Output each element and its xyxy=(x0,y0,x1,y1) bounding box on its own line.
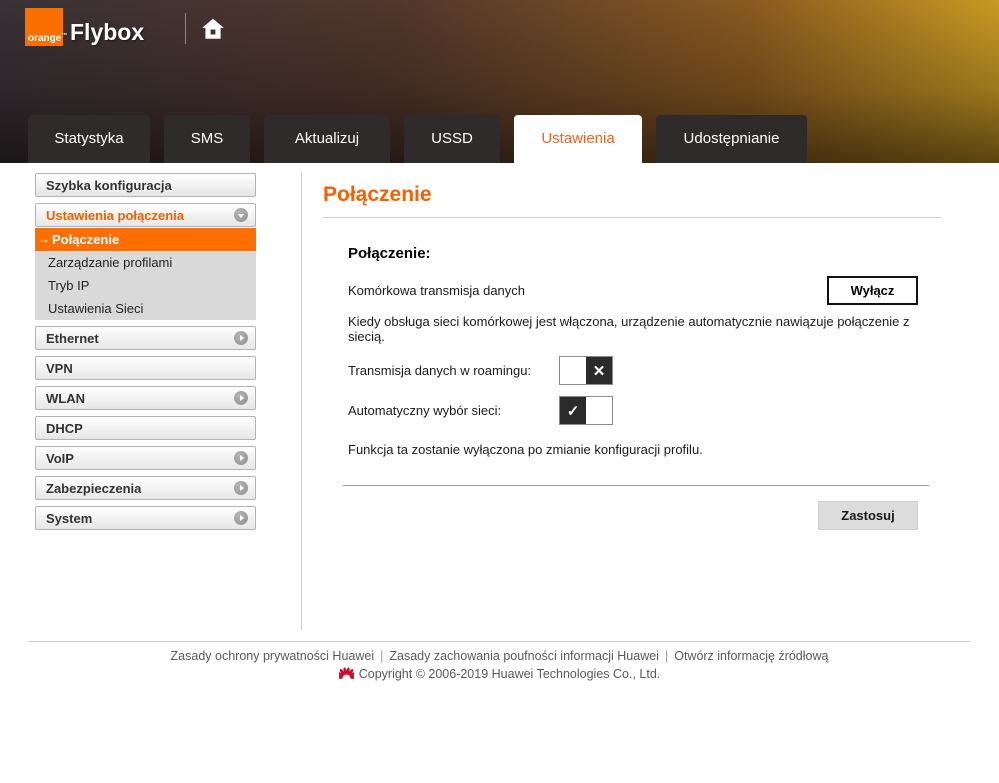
profile-note-text: Funkcja ta zostanie wyłączona po zmianie… xyxy=(348,442,918,457)
trademark-symbol: ™ xyxy=(61,33,67,39)
sidebar-item-wlan[interactable]: WLAN xyxy=(35,386,256,410)
toggle-off-side xyxy=(560,357,586,384)
sidebar-item-label: Ethernet xyxy=(46,331,99,346)
copyright-text: Copyright © 2006-2019 Huawei Technologie… xyxy=(359,667,661,681)
page-title: Połączenie xyxy=(323,175,941,218)
sidebar-item-voip[interactable]: VoIP xyxy=(35,446,256,470)
footer-separator: | xyxy=(380,649,383,663)
sidebar-item-label: Ustawienia połączenia xyxy=(46,208,184,223)
sidebar-item-ethernet[interactable]: Ethernet xyxy=(35,326,256,350)
sidebar-item-szybka-konfiguracja[interactable]: Szybka konfiguracja xyxy=(35,173,256,197)
copyright-row: Copyright © 2006-2019 Huawei Technologie… xyxy=(0,666,999,681)
confidentiality-link[interactable]: Zasady zachowania poufności informacji H… xyxy=(389,649,659,663)
chevron-right-icon xyxy=(234,391,248,405)
tab-bar: Statystyka SMS Aktualizuj USSD Ustawieni… xyxy=(28,115,807,163)
toggle-off-side xyxy=(586,397,612,424)
header: orange™ Flybox Statystyka SMS Aktualizuj… xyxy=(0,0,999,163)
footer-links: Zasady ochrony prywatności Huawei | Zasady… xyxy=(0,649,999,663)
auto-network-row: Automatyczny wybór sieci: ✓ xyxy=(348,396,918,425)
auto-network-label: Automatyczny wybór sieci: xyxy=(348,403,559,418)
apply-row: Zastosuj xyxy=(348,501,918,530)
open-source-info-link[interactable]: Otwórz informację źródłową xyxy=(674,649,828,663)
sidebar-item-ustawienia-polaczenia[interactable]: Ustawienia połączenia xyxy=(35,203,256,227)
home-button[interactable] xyxy=(200,16,226,42)
mobile-data-row: Komórkowa transmisja danych Wyłącz xyxy=(348,276,918,305)
section-title: Połączenie: xyxy=(348,245,918,262)
chevron-right-icon xyxy=(234,511,248,525)
tab-sms[interactable]: SMS xyxy=(164,115,250,163)
main-content: Połączenie Połączenie: Komórkowa transmi… xyxy=(323,175,941,530)
sidebar-subitem-label: Ustawienia Sieci xyxy=(48,297,143,320)
sidebar-item-label: VPN xyxy=(46,361,73,376)
sidebar: Szybka konfiguracja Ustawienia połączeni… xyxy=(35,173,256,536)
connection-section: Połączenie: Komórkowa transmisja danych … xyxy=(323,245,941,530)
chevron-right-icon xyxy=(234,451,248,465)
orange-logo-text: orange™ xyxy=(28,33,67,44)
cross-icon: ✕ xyxy=(586,357,612,384)
sidebar-item-system[interactable]: System xyxy=(35,506,256,530)
sidebar-item-label: WLAN xyxy=(46,391,85,406)
brand-title: Flybox xyxy=(70,19,144,46)
footer-separator: | xyxy=(665,649,668,663)
sidebar-item-label: DHCP xyxy=(46,421,83,436)
roaming-toggle[interactable]: ✕ xyxy=(559,356,613,385)
sidebar-subitem-tryb-ip[interactable]: Tryb IP xyxy=(35,274,256,297)
home-icon xyxy=(200,30,226,45)
sidebar-subitem-label: Tryb IP xyxy=(48,274,89,297)
chevron-right-icon xyxy=(234,331,248,345)
footer-divider xyxy=(28,641,970,642)
mobile-data-label: Komórkowa transmisja danych xyxy=(348,283,525,298)
sidebar-item-dhcp[interactable]: DHCP xyxy=(35,416,256,440)
sidebar-subitem-polaczenie[interactable]: → Połączenie xyxy=(35,228,256,251)
sidebar-item-label: Szybka konfiguracja xyxy=(46,178,172,193)
sidebar-subitem-label: Zarządzanie profilami xyxy=(48,251,172,274)
chevron-down-icon xyxy=(234,208,248,222)
auto-network-toggle[interactable]: ✓ xyxy=(559,396,613,425)
sidebar-item-label: System xyxy=(46,511,92,526)
sidebar-item-label: Zabezpieczenia xyxy=(46,481,141,496)
tab-ustawienia[interactable]: Ustawienia xyxy=(514,115,642,163)
sidebar-item-label: VoIP xyxy=(46,451,74,466)
footer: Zasady ochrony prywatności Huawei | Zasady… xyxy=(0,649,999,681)
header-separator xyxy=(185,13,186,44)
flybox-admin-page: orange™ Flybox Statystyka SMS Aktualizuj… xyxy=(0,0,999,783)
sidebar-submenu-ustawienia-polaczenia: → Połączenie Zarządzanie profilami Tryb … xyxy=(35,228,256,320)
check-icon: ✓ xyxy=(560,397,586,424)
tab-ussd[interactable]: USSD xyxy=(404,115,500,163)
privacy-policy-link[interactable]: Zasady ochrony prywatności Huawei xyxy=(171,649,375,663)
selected-arrow-icon: → xyxy=(38,228,50,251)
tab-udostepnianie[interactable]: Udostępnianie xyxy=(656,115,807,163)
tab-aktualizuj[interactable]: Aktualizuj xyxy=(264,115,390,163)
tab-statystyka[interactable]: Statystyka xyxy=(28,115,150,163)
sidebar-subitem-ustawienia-sieci[interactable]: Ustawienia Sieci xyxy=(35,297,256,320)
section-divider xyxy=(343,485,929,486)
huawei-logo-icon xyxy=(339,666,354,681)
chevron-right-icon xyxy=(234,481,248,495)
sidebar-item-vpn[interactable]: VPN xyxy=(35,356,256,380)
orange-logo: orange™ xyxy=(25,8,63,46)
disable-button[interactable]: Wyłącz xyxy=(827,276,918,305)
content-divider xyxy=(301,173,302,630)
connection-info-text: Kiedy obsługa sieci komórkowej jest włąc… xyxy=(348,314,918,344)
sidebar-subitem-zarzadzanie-profilami[interactable]: Zarządzanie profilami xyxy=(35,251,256,274)
sidebar-subitem-label: Połączenie xyxy=(52,228,119,251)
apply-button[interactable]: Zastosuj xyxy=(818,501,918,530)
roaming-label: Transmisja danych w roamingu: xyxy=(348,363,559,378)
sidebar-item-zabezpieczenia[interactable]: Zabezpieczenia xyxy=(35,476,256,500)
roaming-row: Transmisja danych w roamingu: ✕ xyxy=(348,356,918,385)
